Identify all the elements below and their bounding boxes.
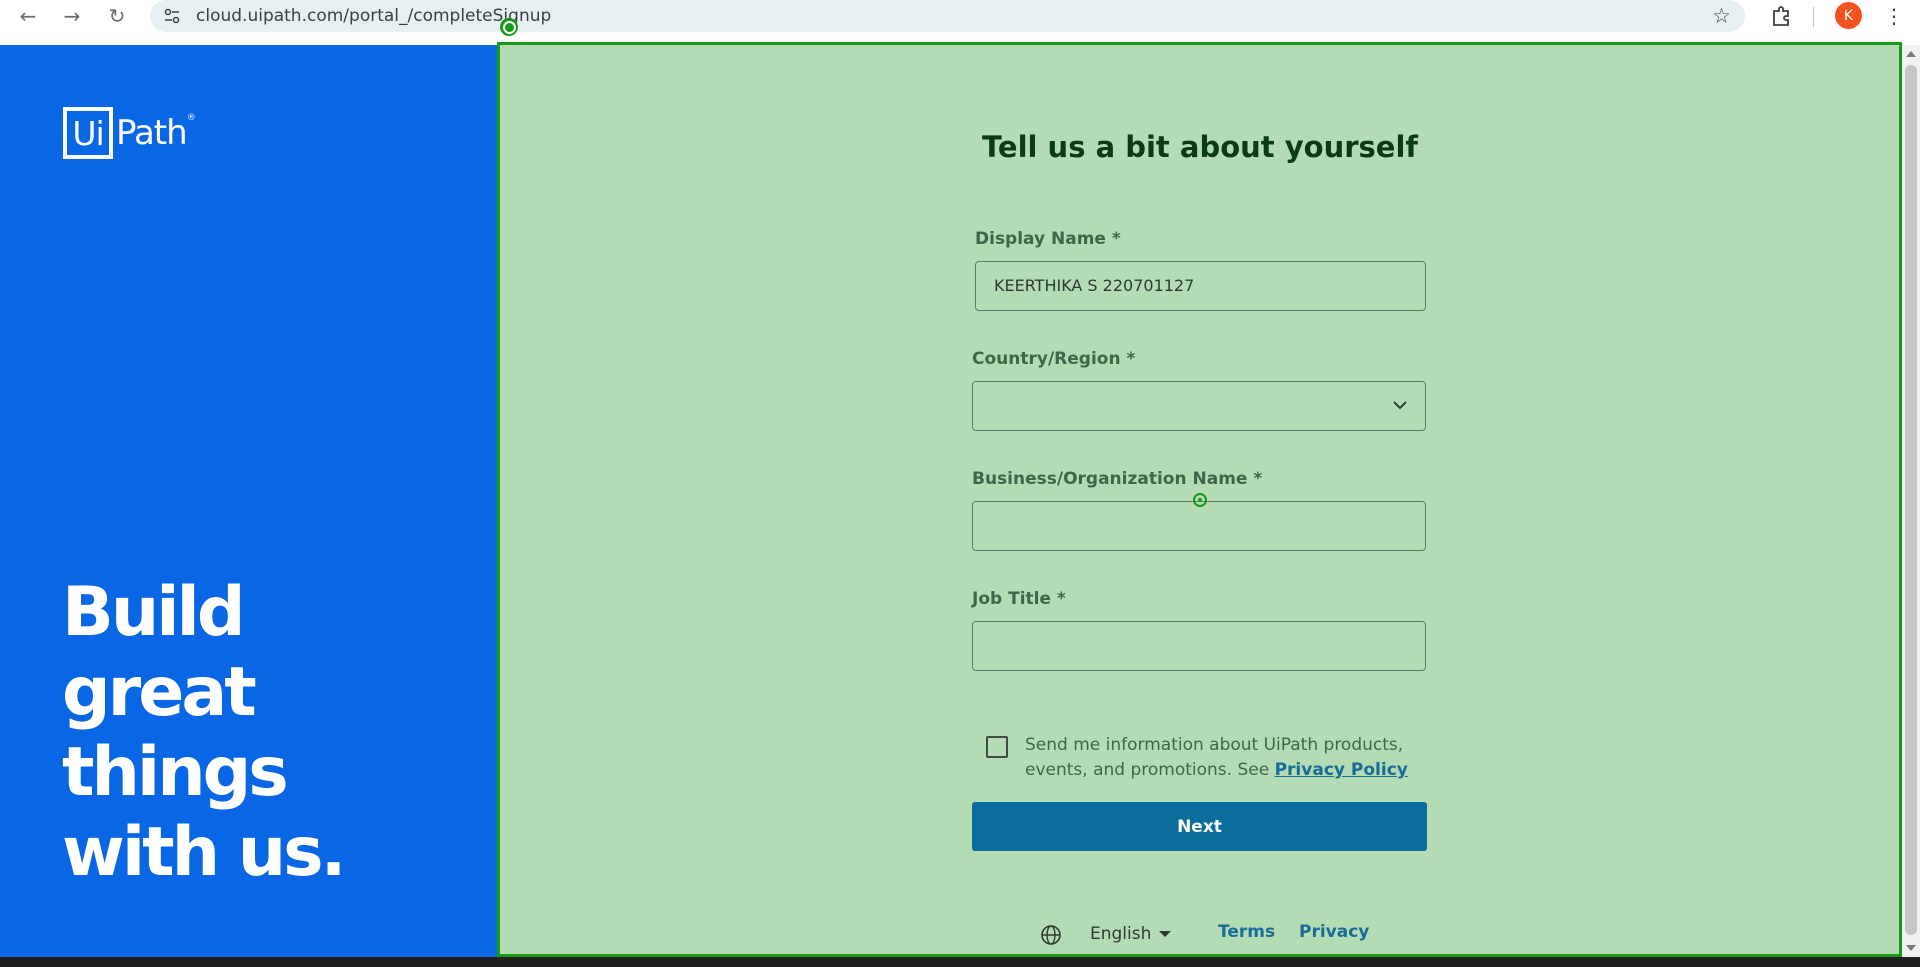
taskbar (0, 957, 1920, 967)
logo-text: Path (116, 113, 188, 153)
scroll-down-icon[interactable] (1906, 945, 1916, 951)
next-button[interactable]: Next (972, 802, 1427, 851)
extensions-icon[interactable] (1768, 3, 1794, 29)
hero-line-1: Build (62, 573, 246, 652)
hero-line-2: great (62, 653, 257, 732)
consent-text: Send me information about UiPath product… (1025, 733, 1435, 783)
uipath-logo: Ui Path ® (63, 107, 196, 159)
forward-icon[interactable]: → (58, 2, 86, 30)
bookmark-star-icon[interactable]: ☆ (1712, 4, 1731, 28)
language-label: English (1090, 924, 1152, 944)
page-title: Tell us a bit about yourself (981, 130, 1419, 164)
country-select[interactable] (972, 381, 1426, 431)
scroll-up-icon[interactable] (1906, 51, 1916, 57)
hero-line-3: things (62, 733, 289, 812)
page-scrollbar[interactable] (1902, 45, 1920, 957)
overlay-marker-icon (500, 18, 518, 36)
job-title-field[interactable] (972, 621, 1426, 671)
language-selector[interactable]: English (1090, 924, 1172, 944)
job-title-label: Job Title * (972, 589, 1066, 609)
business-label: Business/Organization Name * (972, 469, 1263, 489)
country-label: Country/Region * (972, 349, 1136, 369)
browser-toolbar: ← → ↻ cloud.uipath.com/portal_/completeS… (0, 0, 1920, 45)
hero-line-4: with us. (62, 813, 346, 892)
toolbar-divider (1813, 7, 1814, 27)
consent-checkbox[interactable] (986, 736, 1008, 758)
site-info-icon[interactable] (162, 6, 182, 26)
brand-panel: Ui Path ® Build great things with us. (0, 45, 497, 957)
logo-registered-mark: ® (186, 113, 196, 123)
url-text[interactable]: cloud.uipath.com/portal_/completeSignup (196, 6, 551, 26)
reload-icon[interactable]: ↻ (103, 2, 131, 30)
scroll-thumb[interactable] (1905, 65, 1917, 935)
caret-down-icon (1159, 931, 1172, 937)
profile-avatar[interactable]: K (1835, 2, 1862, 29)
logo-box: Ui (63, 107, 113, 159)
privacy-link[interactable]: Privacy (1299, 922, 1369, 942)
cursor-target-icon (1193, 493, 1207, 507)
display-name-value: KEERTHIKA S 220701127 (994, 276, 1195, 295)
back-icon[interactable]: ← (14, 2, 42, 30)
privacy-policy-link[interactable]: Privacy Policy (1275, 760, 1408, 780)
address-bar[interactable]: cloud.uipath.com/portal_/completeSignup … (150, 0, 1745, 32)
menu-dots-icon[interactable]: ⋮ (1884, 2, 1904, 30)
terms-link[interactable]: Terms (1218, 922, 1275, 942)
display-name-field[interactable]: KEERTHIKA S 220701127 (975, 261, 1426, 311)
globe-icon (1041, 925, 1061, 945)
chevron-down-icon (1393, 401, 1407, 410)
display-name-label: Display Name * (975, 229, 1121, 249)
business-name-field[interactable] (972, 501, 1426, 551)
